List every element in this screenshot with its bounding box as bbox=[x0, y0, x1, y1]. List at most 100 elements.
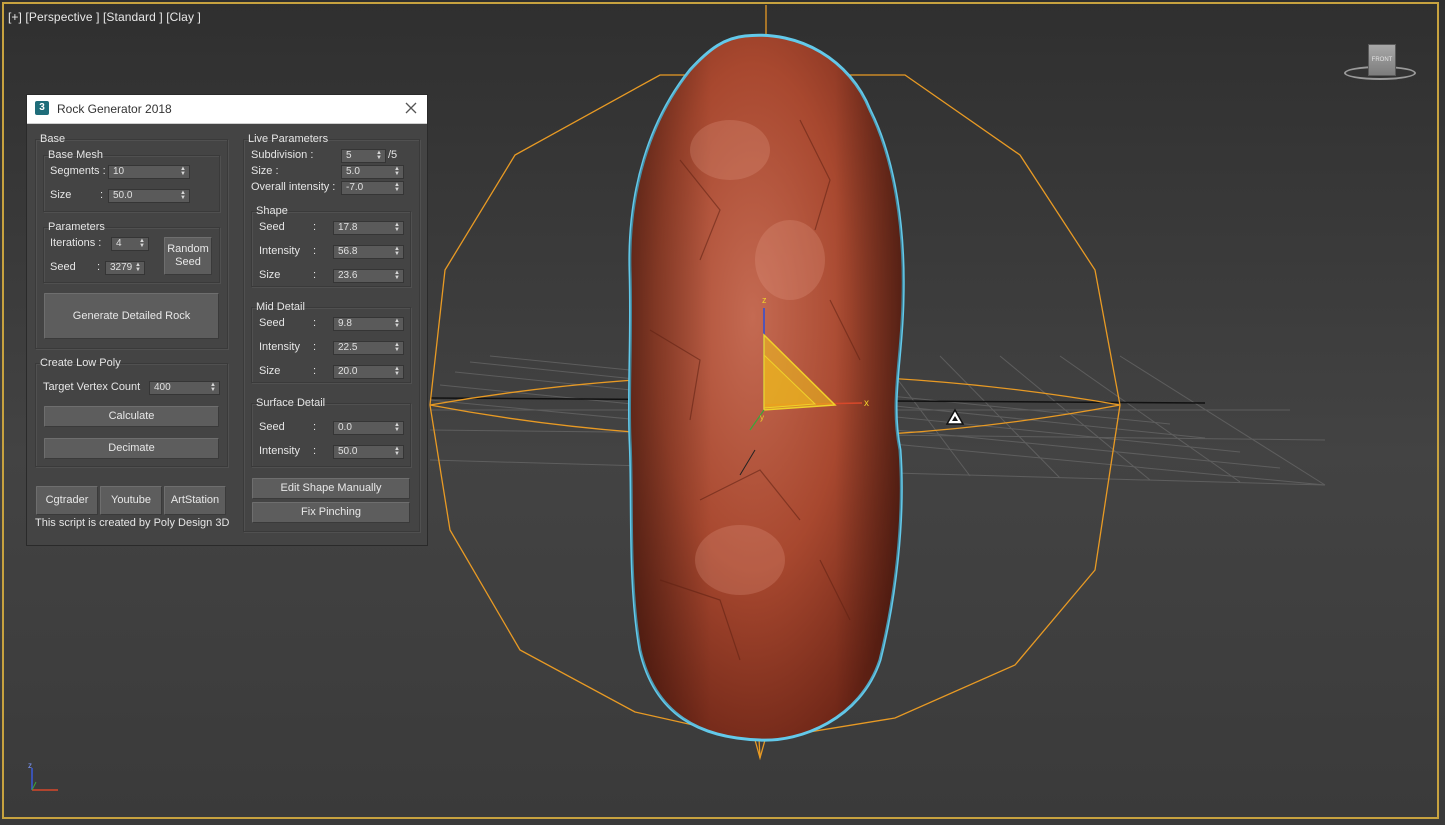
spinner-arrows-icon[interactable]: ▲ ▼ bbox=[394, 270, 400, 281]
spinner-arrows-icon[interactable]: ▲ ▼ bbox=[139, 238, 145, 249]
shape-seed-value: 17.8 bbox=[338, 222, 358, 233]
spinner-arrows-icon[interactable]: ▲ ▼ bbox=[394, 422, 400, 433]
mid-intensity-colon: : bbox=[313, 341, 317, 353]
generate-detailed-rock-button[interactable]: Generate Detailed Rock bbox=[44, 293, 219, 339]
decimate-button[interactable]: Decimate bbox=[44, 438, 219, 459]
shape-intensity-value: 56.8 bbox=[338, 246, 358, 257]
live-size-spinner[interactable]: 5.0 ▲ ▼ bbox=[341, 165, 404, 179]
spinner-arrows-icon[interactable]: ▲ ▼ bbox=[376, 150, 382, 161]
live-size-label: Size : bbox=[251, 165, 279, 177]
surface-intensity-label: Intensity bbox=[259, 445, 300, 457]
mid-intensity-value: 22.5 bbox=[338, 342, 358, 353]
dialog-title: Rock Generator 2018 bbox=[57, 102, 172, 116]
iterations-spinner[interactable]: 4 ▲ ▼ bbox=[111, 237, 149, 251]
shape-size-spinner[interactable]: 23.6 ▲ ▼ bbox=[333, 269, 404, 283]
random-seed-button[interactable]: Random Seed bbox=[164, 237, 212, 275]
shape-size-value: 23.6 bbox=[338, 270, 358, 281]
youtube-link-button[interactable]: Youtube bbox=[100, 486, 162, 515]
surface-intensity-spinner[interactable]: 50.0 ▲ ▼ bbox=[333, 445, 404, 459]
mid-intensity-spinner[interactable]: 22.5 ▲ ▼ bbox=[333, 341, 404, 355]
base-group-label: Base bbox=[40, 133, 66, 145]
shape-intensity-label: Intensity bbox=[259, 245, 300, 257]
live-parameters-label: Live Parameters bbox=[248, 133, 329, 145]
surface-seed-spinner[interactable]: 0.0 ▲ ▼ bbox=[333, 421, 404, 435]
viewport-shading-menu[interactable]: [Clay ] bbox=[166, 10, 201, 24]
spinner-arrows-icon[interactable]: ▲ ▼ bbox=[394, 222, 400, 233]
spinner-arrows-icon[interactable]: ▲ ▼ bbox=[394, 166, 400, 177]
calculate-button[interactable]: Calculate bbox=[44, 406, 219, 427]
mid-seed-spinner[interactable]: 9.8 ▲ ▼ bbox=[333, 317, 404, 331]
shape-size-label: Size bbox=[259, 269, 281, 281]
gizmo-z-label: z bbox=[762, 295, 767, 305]
spinner-arrows-icon[interactable]: ▲ ▼ bbox=[180, 190, 186, 201]
tripod-z-label: z bbox=[28, 761, 32, 770]
spinner-arrows-icon[interactable]: ▲ ▼ bbox=[394, 182, 400, 193]
viewport-standard-menu[interactable]: [Standard ] bbox=[103, 10, 163, 24]
surface-seed-colon: : bbox=[313, 421, 317, 433]
live-size-value: 5.0 bbox=[346, 166, 360, 177]
target-vertex-value: 400 bbox=[154, 382, 171, 393]
seed-colon: : bbox=[97, 261, 101, 273]
segments-value: 10 bbox=[113, 166, 125, 177]
shape-intensity-spinner[interactable]: 56.8 ▲ ▼ bbox=[333, 245, 404, 259]
iterations-value: 4 bbox=[116, 238, 122, 249]
base-mesh-label: Base Mesh bbox=[48, 149, 104, 161]
spinner-arrows-icon[interactable]: ▲ ▼ bbox=[394, 366, 400, 377]
shape-seed-label: Seed bbox=[259, 221, 285, 233]
subdivision-max: /5 bbox=[388, 149, 398, 161]
viewcube[interactable]: FRONT bbox=[1340, 40, 1420, 90]
edit-shape-manually-button[interactable]: Edit Shape Manually bbox=[252, 478, 410, 499]
spinner-arrows-icon[interactable]: ▲ ▼ bbox=[135, 262, 141, 273]
fix-pinching-button[interactable]: Fix Pinching bbox=[252, 502, 410, 523]
parameters-label: Parameters bbox=[48, 221, 105, 233]
artstation-link-button[interactable]: ArtStation bbox=[164, 486, 226, 515]
size-spinner[interactable]: 50.0 ▲ ▼ bbox=[108, 189, 190, 203]
spinner-arrows-icon[interactable]: ▲ ▼ bbox=[394, 318, 400, 329]
gizmo-x-label: x bbox=[864, 398, 869, 409]
spinner-arrows-icon[interactable]: ▲ ▼ bbox=[394, 246, 400, 257]
surface-seed-label: Seed bbox=[259, 421, 285, 433]
shape-seed-spinner[interactable]: 17.8 ▲ ▼ bbox=[333, 221, 404, 235]
shape-intensity-colon: : bbox=[313, 245, 317, 257]
seed-spinner[interactable]: 3279 ▲ ▼ bbox=[105, 261, 145, 275]
spinner-arrows-icon[interactable]: ▲ ▼ bbox=[394, 342, 400, 353]
viewport-label-menu: [+] [Perspective ] [Standard ] [Clay ] bbox=[8, 10, 201, 24]
shape-size-colon: : bbox=[313, 269, 317, 281]
target-vertex-spinner[interactable]: 400 ▲ ▼ bbox=[149, 381, 220, 395]
axis-tripod-icon: z bbox=[28, 761, 58, 791]
iterations-label: Iterations : bbox=[50, 237, 102, 249]
segments-label: Segments : bbox=[50, 165, 106, 177]
cgtrader-link-button[interactable]: Cgtrader bbox=[36, 486, 98, 515]
mid-seed-colon: : bbox=[313, 317, 317, 329]
mid-size-label: Size bbox=[259, 365, 281, 377]
3dsmax-app-icon: 3 bbox=[35, 101, 49, 115]
shape-label: Shape bbox=[256, 205, 288, 217]
low-poly-label: Create Low Poly bbox=[40, 357, 121, 369]
spinner-arrows-icon[interactable]: ▲ ▼ bbox=[210, 382, 216, 393]
size-value: 50.0 bbox=[113, 190, 133, 201]
mid-size-value: 20.0 bbox=[338, 366, 358, 377]
subdivision-label: Subdivision : bbox=[251, 149, 314, 161]
subdivision-spinner[interactable]: 5 ▲ ▼ bbox=[341, 149, 386, 163]
mid-seed-label: Seed bbox=[259, 317, 285, 329]
segments-spinner[interactable]: 10 ▲ ▼ bbox=[108, 165, 190, 179]
mid-size-spinner[interactable]: 20.0 ▲ ▼ bbox=[333, 365, 404, 379]
spinner-arrows-icon[interactable]: ▲ ▼ bbox=[180, 166, 186, 177]
viewport-view-menu[interactable]: [Perspective ] bbox=[25, 10, 99, 24]
overall-intensity-spinner[interactable]: -7.0 ▲ ▼ bbox=[341, 181, 404, 195]
surface-intensity-colon: : bbox=[313, 445, 317, 457]
overall-intensity-value: -7.0 bbox=[346, 182, 364, 193]
spinner-arrows-icon[interactable]: ▲ ▼ bbox=[394, 446, 400, 457]
viewcube-front-face[interactable]: FRONT bbox=[1368, 44, 1396, 76]
base-mesh-group bbox=[43, 155, 220, 212]
seed-label: Seed bbox=[50, 261, 76, 273]
overall-intensity-label: Overall intensity : bbox=[251, 181, 336, 193]
close-icon[interactable] bbox=[403, 100, 419, 116]
viewport-plus-menu[interactable]: [+] bbox=[8, 10, 22, 24]
subdivision-value: 5 bbox=[346, 150, 352, 161]
mid-seed-value: 9.8 bbox=[338, 318, 352, 329]
credit-text: This script is created by Poly Design 3D bbox=[35, 517, 230, 529]
dialog-titlebar[interactable]: 3 Rock Generator 2018 bbox=[27, 95, 427, 124]
shape-seed-colon: : bbox=[313, 221, 317, 233]
target-vertex-label: Target Vertex Count bbox=[43, 381, 141, 393]
